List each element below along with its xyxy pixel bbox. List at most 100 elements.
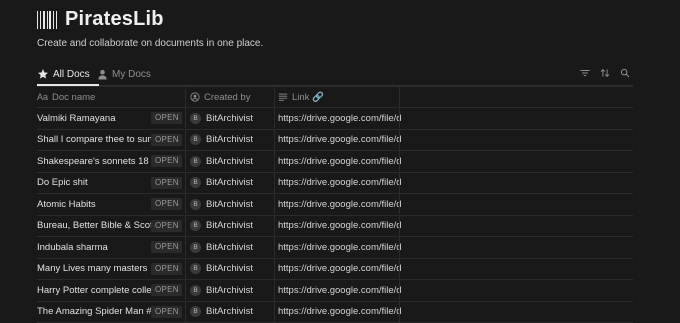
link-cell[interactable]: https://drive.google.com/file/d (274, 216, 402, 236)
table-header-row: Aa Doc name Created by Link 🔗 (37, 86, 633, 108)
person-circle-icon (190, 92, 200, 102)
tab-label: My Docs (112, 69, 151, 80)
doc-link[interactable]: https://drive.google.com/file/d (278, 220, 402, 231)
table-row[interactable]: Indubala sharma OPEN B BitArchivist http… (37, 237, 633, 259)
column-header-link[interactable]: Link 🔗 (274, 87, 402, 107)
docs-table: Aa Doc name Created by Link 🔗 Valmiki Ra… (37, 86, 633, 323)
page-subtitle: Create and collaborate on documents in o… (37, 38, 263, 49)
search-icon[interactable] (619, 67, 631, 79)
creator-name: BitArchivist (206, 113, 253, 124)
doc-link[interactable]: https://drive.google.com/file/d (278, 306, 402, 317)
doc-name: The Amazing Spider Man #1 (37, 306, 153, 317)
table-row[interactable]: Many Lives many masters OPEN B BitArchiv… (37, 259, 633, 281)
doc-link[interactable]: https://drive.google.com/file/d (278, 156, 402, 167)
table-row[interactable]: Do Epic shit OPEN B BitArchivist https:/… (37, 173, 633, 195)
empty-cell (399, 237, 634, 257)
table-row[interactable]: Atomic Habits OPEN B BitArchivist https:… (37, 194, 633, 216)
doc-name-cell[interactable]: Indubala sharma OPEN (37, 237, 182, 257)
doc-name-cell[interactable]: Shall I compare thee to summer's day OPE… (37, 130, 182, 150)
created-by-cell[interactable]: B BitArchivist (185, 259, 272, 279)
table-row[interactable]: Shakespeare's sonnets 18 OPEN B BitArchi… (37, 151, 633, 173)
link-cell[interactable]: https://drive.google.com/file/d (274, 151, 402, 171)
page-header: PiratesLib (37, 8, 164, 31)
doc-link[interactable]: https://drive.google.com/file/d (278, 285, 402, 296)
created-by-cell[interactable]: B BitArchivist (185, 108, 272, 128)
link-cell[interactable]: https://drive.google.com/file/d (274, 130, 402, 150)
open-button[interactable]: OPEN (151, 241, 182, 253)
barcode-icon (37, 11, 57, 29)
table-row[interactable]: Harry Potter complete collection OPEN B … (37, 280, 633, 302)
doc-name-cell[interactable]: Valmiki Ramayana OPEN (37, 108, 182, 128)
sort-icon[interactable] (599, 67, 611, 79)
filter-icon[interactable] (579, 67, 591, 79)
avatar: B (190, 306, 201, 317)
created-by-cell[interactable]: B BitArchivist (185, 194, 272, 214)
doc-name: Shakespeare's sonnets 18 (37, 156, 149, 167)
doc-link[interactable]: https://drive.google.com/file/d (278, 177, 402, 188)
avatar: B (190, 263, 201, 274)
created-by-cell[interactable]: B BitArchivist (185, 237, 272, 257)
open-button[interactable]: OPEN (151, 284, 182, 296)
column-header-empty (399, 87, 634, 107)
open-button[interactable]: OPEN (151, 198, 182, 210)
avatar: B (190, 199, 201, 210)
created-by-cell[interactable]: B BitArchivist (185, 151, 272, 171)
star-icon (37, 68, 49, 80)
table-row[interactable]: Valmiki Ramayana OPEN B BitArchivist htt… (37, 108, 633, 130)
column-label: Created by (204, 92, 250, 103)
link-cell[interactable]: https://drive.google.com/file/d (274, 173, 402, 193)
table-row[interactable]: Shall I compare thee to summer's day OPE… (37, 130, 633, 152)
doc-name-cell[interactable]: Harry Potter complete collection OPEN (37, 280, 182, 300)
doc-link[interactable]: https://drive.google.com/file/d (278, 242, 402, 253)
created-by-cell[interactable]: B BitArchivist (185, 280, 272, 300)
link-cell[interactable]: https://drive.google.com/file/d (274, 108, 402, 128)
empty-cell (399, 130, 634, 150)
created-by-cell[interactable]: B BitArchivist (185, 130, 272, 150)
open-button[interactable]: OPEN (151, 112, 182, 124)
doc-name: Many Lives many masters (37, 263, 147, 274)
doc-link[interactable]: https://drive.google.com/file/d (278, 113, 402, 124)
created-by-cell[interactable]: B BitArchivist (185, 173, 272, 193)
open-button[interactable]: OPEN (151, 155, 182, 167)
doc-name-cell[interactable]: Atomic Habits OPEN (37, 194, 182, 214)
avatar: B (190, 220, 201, 231)
column-header-doc-name[interactable]: Aa Doc name (37, 87, 182, 107)
empty-cell (399, 302, 634, 322)
creator-name: BitArchivist (206, 177, 253, 188)
tab-label: All Docs (53, 69, 90, 80)
link-cell[interactable]: https://drive.google.com/file/d (274, 237, 402, 257)
link-cell[interactable]: https://drive.google.com/file/d (274, 280, 402, 300)
tab-all-docs[interactable]: All Docs (37, 64, 90, 84)
empty-cell (399, 280, 634, 300)
empty-cell (399, 216, 634, 236)
avatar: B (190, 156, 201, 167)
doc-link[interactable]: https://drive.google.com/file/d (278, 199, 402, 210)
table-row[interactable]: Bureau, Better Bible & Scofield OPEN B B… (37, 216, 633, 238)
doc-name-cell[interactable]: Many Lives many masters OPEN (37, 259, 182, 279)
doc-name-cell[interactable]: Do Epic shit OPEN (37, 173, 182, 193)
doc-name-cell[interactable]: The Amazing Spider Man #1 OPEN (37, 302, 182, 322)
page-title: PiratesLib (65, 8, 164, 31)
empty-cell (399, 108, 634, 128)
tab-my-docs[interactable]: My Docs (97, 64, 151, 84)
doc-name-cell[interactable]: Shakespeare's sonnets 18 OPEN (37, 151, 182, 171)
doc-link[interactable]: https://drive.google.com/file/d (278, 263, 402, 274)
doc-name-cell[interactable]: Bureau, Better Bible & Scofield OPEN (37, 216, 182, 236)
link-cell[interactable]: https://drive.google.com/file/d (274, 302, 402, 322)
doc-link[interactable]: https://drive.google.com/file/d (278, 134, 402, 145)
open-button[interactable]: OPEN (151, 177, 182, 189)
open-button[interactable]: OPEN (151, 306, 182, 318)
person-icon (97, 69, 108, 80)
column-header-created-by[interactable]: Created by (185, 87, 272, 107)
text-type-icon: Aa (37, 92, 48, 102)
created-by-cell[interactable]: B BitArchivist (185, 216, 272, 236)
empty-cell (399, 194, 634, 214)
open-button[interactable]: OPEN (151, 220, 182, 232)
created-by-cell[interactable]: B BitArchivist (185, 302, 272, 322)
view-toolbar (579, 67, 631, 79)
avatar: B (190, 134, 201, 145)
link-cell[interactable]: https://drive.google.com/file/d (274, 194, 402, 214)
link-cell[interactable]: https://drive.google.com/file/d (274, 259, 402, 279)
open-button[interactable]: OPEN (151, 134, 182, 146)
open-button[interactable]: OPEN (151, 263, 182, 275)
